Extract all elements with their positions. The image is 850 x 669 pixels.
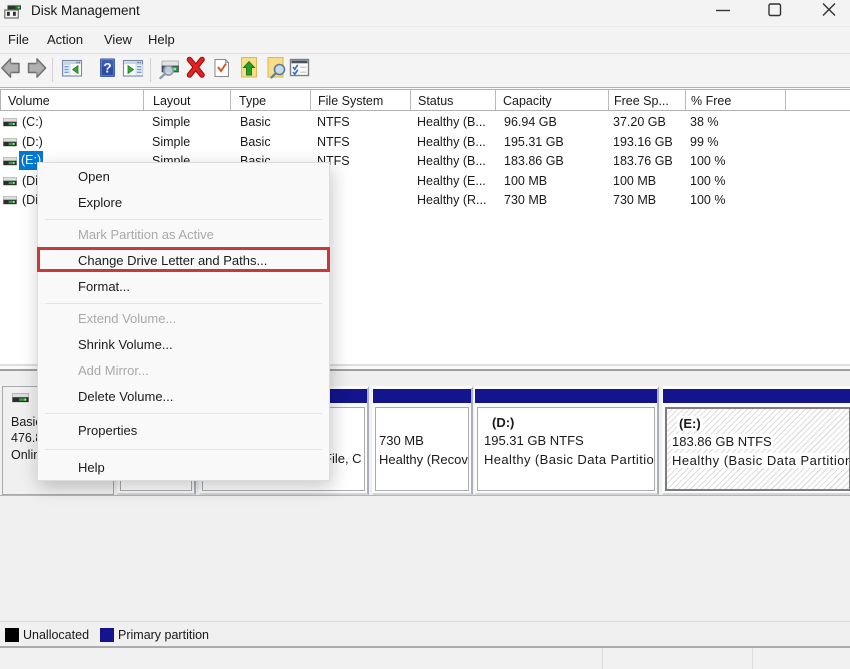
svg-text:?: ? xyxy=(103,61,111,76)
